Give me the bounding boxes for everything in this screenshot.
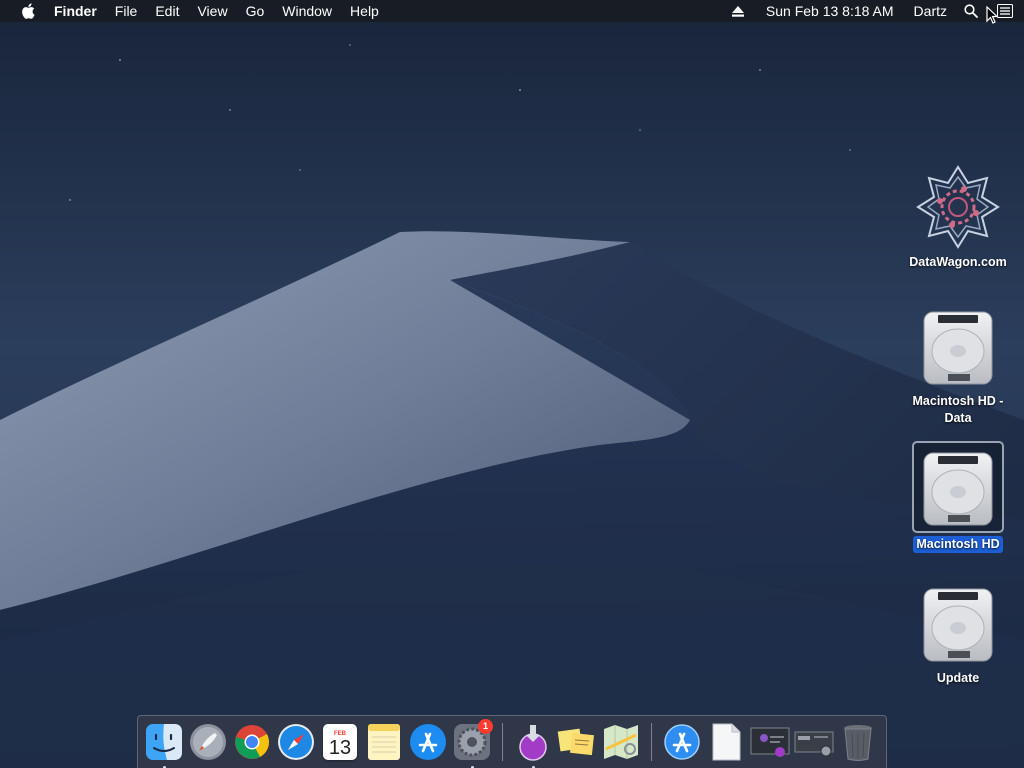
dock-trash[interactable] xyxy=(836,720,880,764)
dock-safari[interactable] xyxy=(274,720,318,764)
dock-separator xyxy=(502,723,503,761)
desktop[interactable] xyxy=(0,0,1024,768)
app-store-icon xyxy=(410,724,446,760)
dock-launchpad[interactable] xyxy=(186,720,230,764)
dock-app-store[interactable] xyxy=(406,720,450,764)
install-macos-icon xyxy=(519,725,547,761)
safari-icon xyxy=(278,724,314,760)
dock-system-preferences[interactable]: 1 xyxy=(450,719,494,768)
date-time-clock[interactable]: Sun Feb 13 8:18 AM xyxy=(759,0,901,22)
dock-document[interactable] xyxy=(704,720,748,764)
document-icon xyxy=(712,723,741,761)
desktop-icon-label: DataWagon.com xyxy=(909,255,1007,269)
desktop-icon-macintosh-hd[interactable]: Macintosh HD xyxy=(903,441,1013,553)
dock-notes[interactable] xyxy=(362,720,406,764)
desktop-icon-label: Macintosh HD xyxy=(913,536,1003,553)
menu-help[interactable]: Help xyxy=(341,0,388,22)
dock-screenshot-2[interactable] xyxy=(792,720,836,764)
desktop-icon-datawagon[interactable]: DataWagon.com xyxy=(903,164,1013,271)
desktop-icon-label: Update xyxy=(936,671,980,685)
hard-drive-icon xyxy=(912,441,1004,533)
user-name-menu[interactable]: Dartz xyxy=(907,0,954,22)
notes-icon xyxy=(368,724,400,760)
eject-icon[interactable] xyxy=(727,0,749,22)
menu-go[interactable]: Go xyxy=(237,0,274,22)
trash-icon xyxy=(844,725,872,761)
datawagon-logo-icon xyxy=(915,164,1001,250)
mouse-pointer-icon xyxy=(986,5,999,29)
menu-bar: Finder File Edit View Go Window Help Sun… xyxy=(0,0,1024,22)
chrome-icon xyxy=(235,725,269,759)
calendar-day: 13 xyxy=(328,737,352,759)
dock-chrome[interactable] xyxy=(230,720,274,764)
finder-icon xyxy=(146,724,182,760)
screenshot-thumbnail-icon xyxy=(794,731,834,757)
launchpad-icon xyxy=(190,724,226,760)
dock-finder[interactable] xyxy=(142,720,186,768)
hard-drive-icon xyxy=(915,303,1001,389)
dock-install-macos[interactable] xyxy=(511,720,555,768)
hard-drive-icon xyxy=(915,580,1001,666)
notification-badge: 1 xyxy=(478,719,493,734)
wallpaper-dunes xyxy=(0,0,1024,768)
dock-screenshot-1[interactable] xyxy=(748,720,792,764)
menu-file[interactable]: File xyxy=(106,0,147,22)
apple-icon[interactable] xyxy=(21,3,35,19)
desktop-icon-update[interactable]: Update xyxy=(903,580,1013,687)
maps-icon xyxy=(604,725,638,759)
menu-app-finder[interactable]: Finder xyxy=(49,0,106,22)
menu-bar-status-area: Sun Feb 13 8:18 AM Dartz xyxy=(721,0,1024,22)
dock-separator xyxy=(651,723,652,761)
menu-window[interactable]: Window xyxy=(273,0,341,22)
menu-view[interactable]: View xyxy=(188,0,236,22)
dock-calendar[interactable]: FEB 13 xyxy=(318,720,362,764)
menu-edit[interactable]: Edit xyxy=(146,0,188,22)
dock: FEB 13 1 xyxy=(137,715,887,768)
spotlight-icon[interactable] xyxy=(960,0,982,22)
dock-stickies[interactable] xyxy=(555,720,599,764)
applications-folder-icon xyxy=(664,724,700,760)
desktop-icon-macintosh-hd-data[interactable]: Macintosh HD - Data xyxy=(903,303,1013,427)
screenshot-thumbnail-icon xyxy=(750,727,790,757)
dock-maps[interactable] xyxy=(599,720,643,764)
stickies-icon xyxy=(557,728,594,756)
calendar-icon: FEB 13 xyxy=(323,724,357,760)
desktop-icon-label: Macintosh HD - Data xyxy=(912,394,1004,425)
dock-applications-folder[interactable] xyxy=(660,720,704,764)
